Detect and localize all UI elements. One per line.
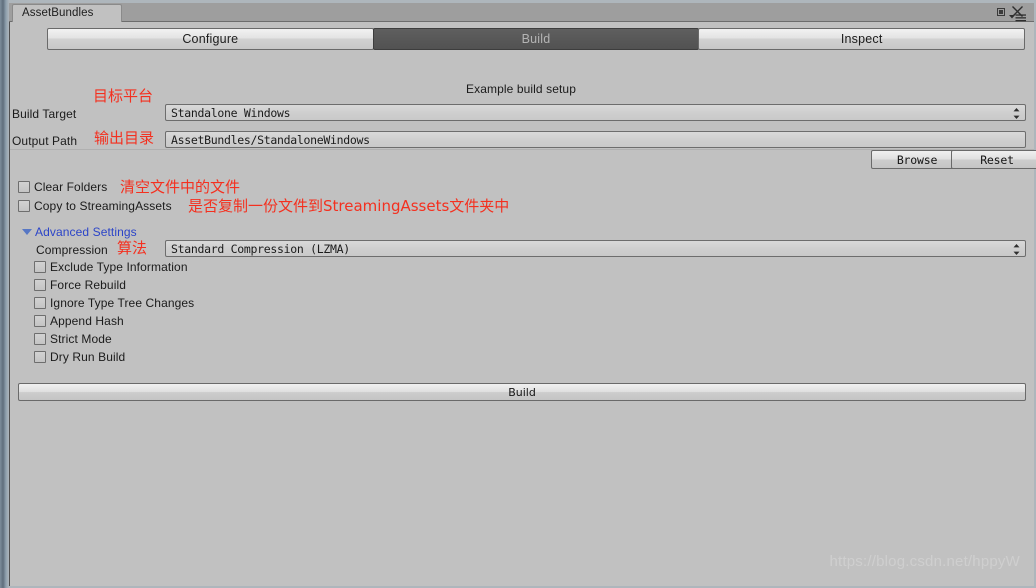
tab-configure-label: Configure [182, 32, 239, 46]
dock-tab-assetbundles[interactable]: AssetBundles [12, 4, 122, 22]
annotation-clear-folders: 清空文件中的文件 [120, 178, 241, 196]
output-path-label: Output Path [12, 134, 78, 148]
tab-inspect[interactable]: Inspect [698, 28, 1026, 50]
compression-label: Compression [36, 243, 108, 257]
build-target-label: Build Target [12, 107, 77, 121]
tab-build-label: Build [521, 32, 551, 46]
build-target-value: Standalone Windows [171, 106, 291, 120]
chevron-updown-icon [1013, 108, 1020, 119]
checkbox-box[interactable] [34, 297, 46, 309]
checkbox-dry-run-build[interactable]: Dry Run Build [34, 350, 125, 364]
browse-button[interactable]: Browse [871, 150, 963, 169]
checkbox-force-rebuild-label: Force Rebuild [50, 278, 127, 292]
compression-dropdown[interactable]: Standard Compression (LZMA) [165, 240, 1026, 257]
build-panel: Configure Build Inspect Example build se… [10, 22, 1036, 586]
reset-button-label: Reset [980, 152, 1014, 167]
output-path-value: AssetBundles/StandaloneWindows [171, 133, 370, 147]
dock-tab-label: AssetBundles [22, 7, 94, 19]
checkbox-copy-to-streaming-assets[interactable]: Copy to StreamingAssets [18, 199, 172, 213]
checkbox-append-hash[interactable]: Append Hash [34, 314, 124, 328]
checkbox-box[interactable] [34, 279, 46, 291]
checkbox-box[interactable] [34, 351, 46, 363]
checkbox-clear-folders-label: Clear Folders [34, 180, 108, 194]
build-button[interactable]: Build [18, 383, 1026, 401]
browse-button-label: Browse [896, 152, 938, 167]
checkbox-box[interactable] [18, 181, 30, 193]
checkbox-copy-to-streaming-assets-label: Copy to StreamingAssets [34, 199, 172, 213]
maximize-icon[interactable] [997, 8, 1005, 16]
build-button-label: Build [508, 385, 536, 399]
tab-configure[interactable]: Configure [47, 28, 374, 50]
tab-inspect-label: Inspect [840, 32, 883, 46]
build-target-dropdown[interactable]: Standalone Windows [165, 104, 1026, 121]
checkbox-force-rebuild[interactable]: Force Rebuild [34, 278, 126, 292]
checkbox-strict-mode-label: Strict Mode [50, 332, 112, 346]
checkbox-dry-run-build-label: Dry Run Build [50, 350, 126, 364]
triangle-down-icon [22, 229, 32, 235]
annotation-copy-to-streaming-assets: 是否复制一份文件到StreamingAssets文件夹中 [188, 197, 510, 215]
checkbox-box[interactable] [34, 333, 46, 345]
checkbox-ignore-type-tree-changes-label: Ignore Type Tree Changes [50, 296, 195, 310]
page-heading: Example build setup [466, 82, 576, 96]
window-frame: AssetBundles Configure Build Inspect Exa… [0, 0, 1036, 588]
tab-build[interactable]: Build [372, 28, 700, 50]
window-titlebar: AssetBundles [9, 3, 1034, 22]
chevron-updown-icon [1013, 244, 1020, 255]
reset-button[interactable]: Reset [951, 150, 1036, 169]
output-path-input[interactable]: AssetBundles/StandaloneWindows [165, 131, 1026, 148]
checkbox-strict-mode[interactable]: Strict Mode [34, 332, 112, 346]
checkbox-exclude-type-information-label: Exclude Type Information [50, 260, 188, 274]
compression-value: Standard Compression (LZMA) [171, 242, 350, 256]
watermark: https://blog.csdn.net/hppyW [829, 553, 1020, 570]
annotation-compression: 算法 [117, 239, 148, 257]
checkbox-append-hash-label: Append Hash [50, 314, 124, 328]
checkbox-exclude-type-information[interactable]: Exclude Type Information [34, 260, 188, 274]
checkbox-box[interactable] [34, 315, 46, 327]
checkbox-ignore-type-tree-changes[interactable]: Ignore Type Tree Changes [34, 296, 194, 310]
annotation-output-path: 输出目录 [94, 129, 155, 147]
window-menu-icon[interactable] [1009, 14, 1026, 22]
mode-tabbar: Configure Build Inspect [47, 28, 1026, 50]
checkbox-box[interactable] [18, 200, 30, 212]
checkbox-box[interactable] [34, 261, 46, 273]
annotation-build-target: 目标平台 [93, 87, 154, 105]
checkbox-clear-folders[interactable]: Clear Folders [18, 180, 107, 194]
